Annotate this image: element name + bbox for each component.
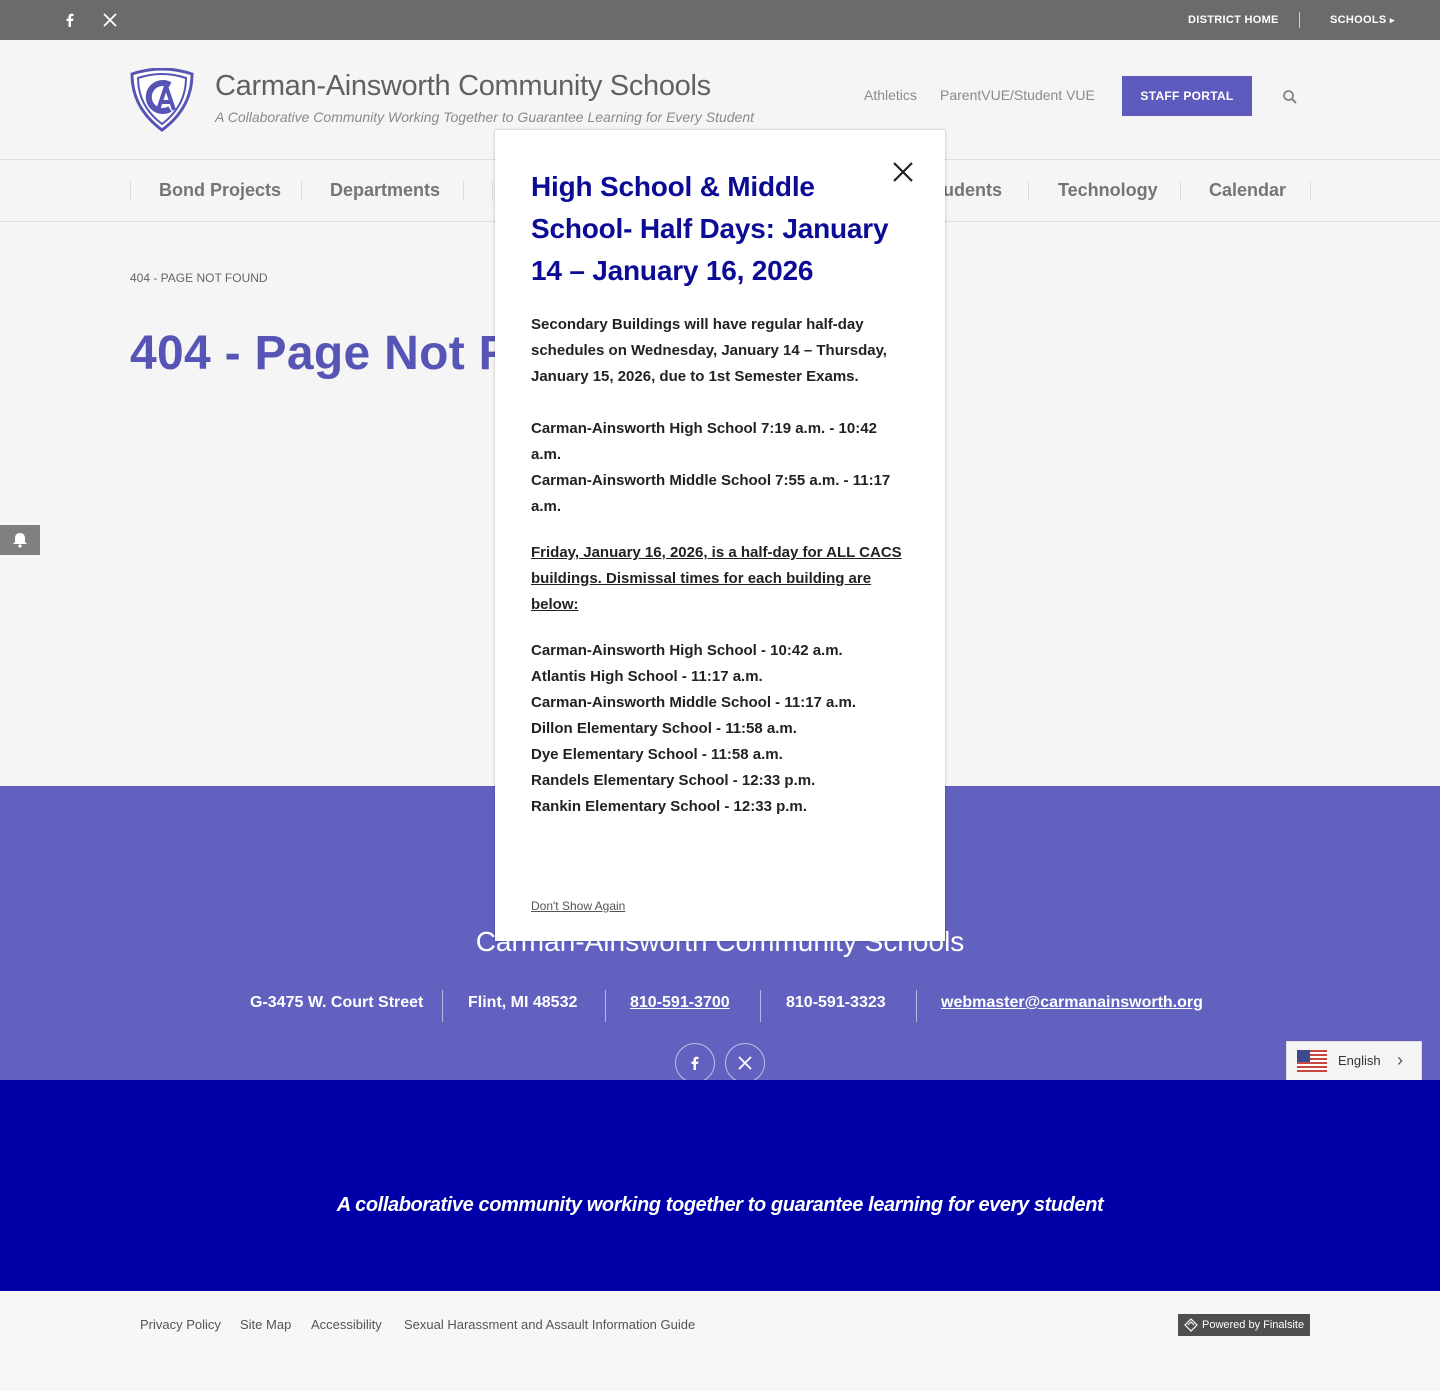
modal-intro: Secondary Buildings will have regular ha… [531, 316, 887, 385]
district-logo[interactable] [128, 67, 196, 132]
motto-band: A collaborative community working togeth… [0, 1080, 1440, 1291]
nav-item-students[interactable]: udents [943, 160, 1002, 221]
nav-divider [492, 181, 493, 201]
bottom-bar: Privacy Policy Site Map Accessibility Se… [0, 1291, 1440, 1391]
announcement-modal: High School & Middle School- Half Days: … [495, 130, 945, 941]
modal-dismissal-item: Rankin Elementary School - 12:33 p.m. [531, 798, 807, 815]
footer-x-icon[interactable] [725, 1043, 765, 1080]
athletics-link[interactable]: Athletics [864, 87, 917, 103]
footer-divider [760, 990, 761, 1022]
footer-divider [916, 990, 917, 1022]
nav-divider [463, 181, 464, 201]
footer-divider [442, 990, 443, 1022]
modal-friday-note: Friday, January 16, 2026, is a half-day … [531, 544, 902, 613]
modal-dismissal-item: Randels Elementary School - 12:33 p.m. [531, 772, 816, 789]
nav-item-bond-projects[interactable]: Bond Projects [159, 160, 281, 221]
nav-divider [1180, 181, 1181, 201]
footer-motto: A collaborative community working togeth… [336, 1194, 1104, 1216]
nav-divider [130, 181, 131, 201]
modal-dismissal-item: Dillon Elementary School - 11:58 a.m. [531, 720, 797, 737]
staff-portal-button[interactable]: STAFF PORTAL [1122, 76, 1252, 116]
site-map-link[interactable]: Site Map [240, 1317, 291, 1332]
nav-divider [301, 181, 302, 201]
x-icon[interactable] [100, 10, 120, 30]
footer-email-link[interactable]: webmaster@carmanainsworth.org [941, 994, 1203, 1012]
us-flag-icon [1297, 1050, 1327, 1072]
parentvue-link[interactable]: ParentVUE/Student VUE [940, 87, 1095, 103]
modal-dismissal-item: Dye Elementary School - 11:58 a.m. [531, 746, 783, 763]
footer-address: G-3475 W. Court Street [250, 994, 424, 1011]
footer-city: Flint, MI 48532 [468, 994, 578, 1011]
dont-show-again-link[interactable]: Don't Show Again [531, 899, 625, 913]
powered-by-label: Powered by Finalsite [1202, 1319, 1305, 1331]
site-tagline: A Collaborative Community Working Togeth… [215, 109, 755, 125]
nav-item-technology[interactable]: Technology [1058, 160, 1158, 221]
facebook-icon[interactable] [60, 10, 80, 30]
caret-right-icon: ▸ [1389, 15, 1395, 25]
finalsite-icon [1184, 1318, 1198, 1340]
modal-dismissal-item: Atlantis High School - 11:17 a.m. [531, 668, 763, 685]
bell-icon[interactable] [0, 525, 40, 555]
nav-item-calendar[interactable]: Calendar [1209, 160, 1286, 221]
schools-label: SCHOOLS [1330, 14, 1387, 26]
nav-divider [1028, 181, 1029, 201]
privacy-policy-link[interactable]: Privacy Policy [140, 1317, 221, 1332]
site-title[interactable]: Carman-Ainsworth Community Schools [215, 70, 711, 103]
footer-facebook-icon[interactable] [675, 1043, 715, 1080]
modal-title: High School & Middle School- Half Days: … [531, 171, 889, 286]
nav-item-departments[interactable]: Departments [330, 160, 440, 221]
language-label: English [1338, 1053, 1381, 1068]
powered-by-finalsite[interactable]: Powered by Finalsite [1178, 1314, 1310, 1336]
modal-secondary-time: Carman-Ainsworth Middle School 7:55 a.m.… [531, 472, 891, 515]
footer-phone-link[interactable]: 810-591-3700 [630, 994, 730, 1012]
search-icon[interactable] [1282, 89, 1298, 105]
modal-secondary-time: Carman-Ainsworth High School 7:19 a.m. -… [531, 420, 877, 463]
utility-divider [1299, 12, 1300, 28]
modal-dismissal-item: Carman-Ainsworth High School - 10:42 a.m… [531, 642, 843, 659]
footer-divider [605, 990, 606, 1022]
language-selector[interactable]: English › [1286, 1041, 1422, 1081]
modal-dismissal-item: Carman-Ainsworth Middle School - 11:17 a… [531, 694, 857, 711]
utility-bar: DISTRICT HOME SCHOOLS ▸ [0, 0, 1440, 40]
chevron-right-icon: › [1397, 1050, 1403, 1070]
schools-menu[interactable]: SCHOOLS ▸ [1330, 0, 1395, 40]
district-home-link[interactable]: DISTRICT HOME [1188, 0, 1279, 40]
harassment-guide-link[interactable]: Sexual Harassment and Assault Informatio… [404, 1317, 695, 1332]
modal-body: Secondary Buildings will have regular ha… [531, 312, 911, 820]
nav-divider [1310, 181, 1311, 201]
footer-fax: 810-591-3323 [786, 994, 886, 1011]
accessibility-link[interactable]: Accessibility [311, 1317, 382, 1332]
breadcrumb: 404 - PAGE NOT FOUND [130, 271, 268, 285]
